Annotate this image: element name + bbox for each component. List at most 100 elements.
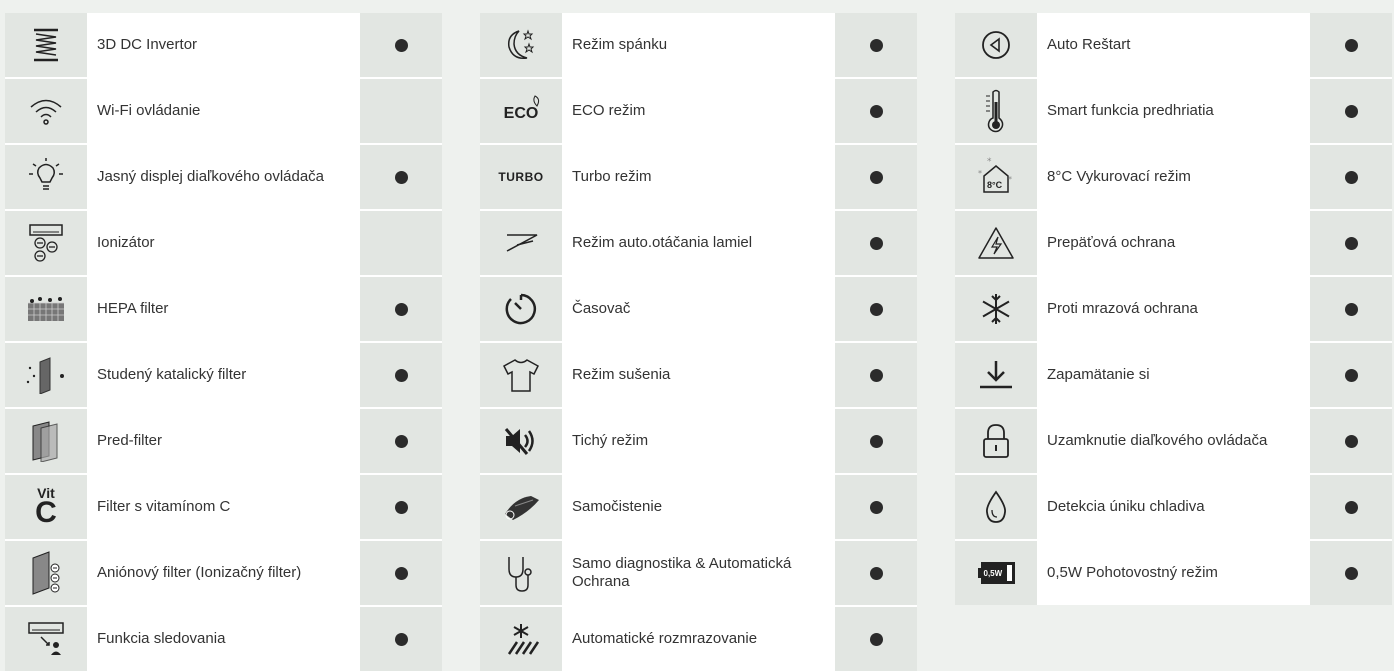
- feature-column-2: Režim spánku ECO ECO režim TURBO Turbo r…: [480, 13, 917, 671]
- feature-available-dot: [360, 607, 442, 671]
- drop-icon: [955, 475, 1037, 539]
- feature-available-dot: [1310, 145, 1392, 209]
- feature-label: Pred-filter: [87, 409, 360, 473]
- feature-row: Pred-filter: [5, 407, 442, 473]
- feature-available-dot: [1310, 277, 1392, 341]
- feature-label: 8°C Vykurovací režim: [1037, 145, 1310, 209]
- feature-label: Tichý režim: [562, 409, 835, 473]
- timer-icon: [480, 277, 562, 341]
- c-text: C: [35, 496, 57, 529]
- catalyst-filter-icon: [5, 343, 87, 407]
- follow-me-icon: [5, 607, 87, 671]
- feature-row: Samočistenie: [480, 473, 917, 539]
- feature-label: 0,5W Pohotovostný režim: [1037, 541, 1310, 605]
- feature-label: Funkcia sledovania: [87, 607, 360, 671]
- shirt-icon: [480, 343, 562, 407]
- svg-text:*: *: [987, 157, 992, 167]
- wifi-icon: [5, 79, 87, 143]
- feature-row: Studený katalický filter: [5, 341, 442, 407]
- feature-row: TURBO Turbo režim: [480, 143, 917, 209]
- mute-icon: [480, 409, 562, 473]
- snowflake-icon: [955, 277, 1037, 341]
- feature-available-dot: [835, 541, 917, 605]
- feature-label: Aniónový filter (Ionizačný filter): [87, 541, 360, 605]
- feature-available-dot: [360, 277, 442, 341]
- feature-available-dot: [1310, 541, 1392, 605]
- feature-available-dot: [835, 145, 917, 209]
- feature-row: Režim spánku: [480, 13, 917, 77]
- feature-row: Smart funkcia predhriatia: [955, 77, 1392, 143]
- memory-download-icon: [955, 343, 1037, 407]
- feature-available-dot: [835, 13, 917, 77]
- feature-available-dot: [1310, 475, 1392, 539]
- feature-row: Funkcia sledovania: [5, 605, 442, 671]
- feature-label: Automatické rozmrazovanie: [562, 607, 835, 671]
- feature-column-1: 3D DC Invertor Wi-Fi ovládanie Jasný dis…: [5, 13, 442, 671]
- standby-battery-icon: 0,5W: [955, 541, 1037, 605]
- feature-label: Auto Reštart: [1037, 13, 1310, 77]
- lightbulb-icon: [5, 145, 87, 209]
- feature-row: Automatické rozmrazovanie: [480, 605, 917, 671]
- eight-c-text: 8°C: [987, 180, 1003, 190]
- feature-row: Tichý režim: [480, 407, 917, 473]
- turbo-icon: TURBO: [480, 145, 562, 209]
- feature-available-dot: [360, 145, 442, 209]
- vitamin-c-icon: Vit C: [5, 475, 87, 539]
- feature-label: Filter s vitamínom C: [87, 475, 360, 539]
- house-8c-icon: * * * 8°C: [955, 145, 1037, 209]
- feature-label: 3D DC Invertor: [87, 13, 360, 77]
- feature-row: 3D DC Invertor: [5, 13, 442, 77]
- feature-label: Turbo režim: [562, 145, 835, 209]
- feature-label: Samo diagnostika & Automatická Ochrana: [562, 541, 835, 605]
- feature-label: Ionizátor: [87, 211, 360, 275]
- feature-empty-cell: [360, 79, 442, 143]
- feature-row: Režim sušenia: [480, 341, 917, 407]
- feature-label: Režim auto.otáčania lamiel: [562, 211, 835, 275]
- feature-available-dot: [1310, 13, 1392, 77]
- louver-swing-icon: [480, 211, 562, 275]
- feature-empty-cell: [360, 211, 442, 275]
- feature-label: Režim sušenia: [562, 343, 835, 407]
- feature-row: Uzamknutie diaľkového ovládača: [955, 407, 1392, 473]
- feature-available-dot: [360, 541, 442, 605]
- feature-row: Detekcia úniku chladiva: [955, 473, 1392, 539]
- feature-label: Studený katalický filter: [87, 343, 360, 407]
- feature-row: Zapamätanie si: [955, 341, 1392, 407]
- feature-available-dot: [835, 343, 917, 407]
- feature-row: Samo diagnostika & Automatická Ochrana: [480, 539, 917, 605]
- feature-available-dot: [360, 343, 442, 407]
- feature-label: Režim spánku: [562, 13, 835, 77]
- feature-row: Vit C Filter s vitamínom C: [5, 473, 442, 539]
- feature-column-3: Auto Reštart Smart funkcia predhriatia *…: [955, 13, 1392, 605]
- feature-label: Wi-Fi ovládanie: [87, 79, 360, 143]
- ionizer-icon: [5, 211, 87, 275]
- stethoscope-icon: [480, 541, 562, 605]
- feature-row: ECO ECO režim: [480, 77, 917, 143]
- feature-label: Zapamätanie si: [1037, 343, 1310, 407]
- self-clean-icon: [480, 475, 562, 539]
- feature-available-dot: [835, 607, 917, 671]
- turbo-text: TURBO: [498, 170, 544, 184]
- svg-text:*: *: [978, 169, 982, 178]
- feature-label: Proti mrazová ochrana: [1037, 277, 1310, 341]
- feature-label: Samočistenie: [562, 475, 835, 539]
- feature-available-dot: [835, 409, 917, 473]
- feature-label: Uzamknutie diaľkového ovládača: [1037, 409, 1310, 473]
- pre-filter-icon: [5, 409, 87, 473]
- defrost-icon: [480, 607, 562, 671]
- feature-row: Režim auto.otáčania lamiel: [480, 209, 917, 275]
- feature-available-dot: [835, 211, 917, 275]
- feature-available-dot: [1310, 211, 1392, 275]
- feature-row: HEPA filter: [5, 275, 442, 341]
- feature-row: Auto Reštart: [955, 13, 1392, 77]
- half-watt-text: 0,5W: [983, 568, 1003, 578]
- inverter-coil-icon: [5, 13, 87, 77]
- feature-label: HEPA filter: [87, 277, 360, 341]
- feature-row: Časovač: [480, 275, 917, 341]
- anion-filter-icon: [5, 541, 87, 605]
- feature-label: ECO režim: [562, 79, 835, 143]
- feature-available-dot: [835, 79, 917, 143]
- feature-label: Detekcia úniku chladiva: [1037, 475, 1310, 539]
- feature-label: Prepäťová ochrana: [1037, 211, 1310, 275]
- sleep-moon-icon: [480, 13, 562, 77]
